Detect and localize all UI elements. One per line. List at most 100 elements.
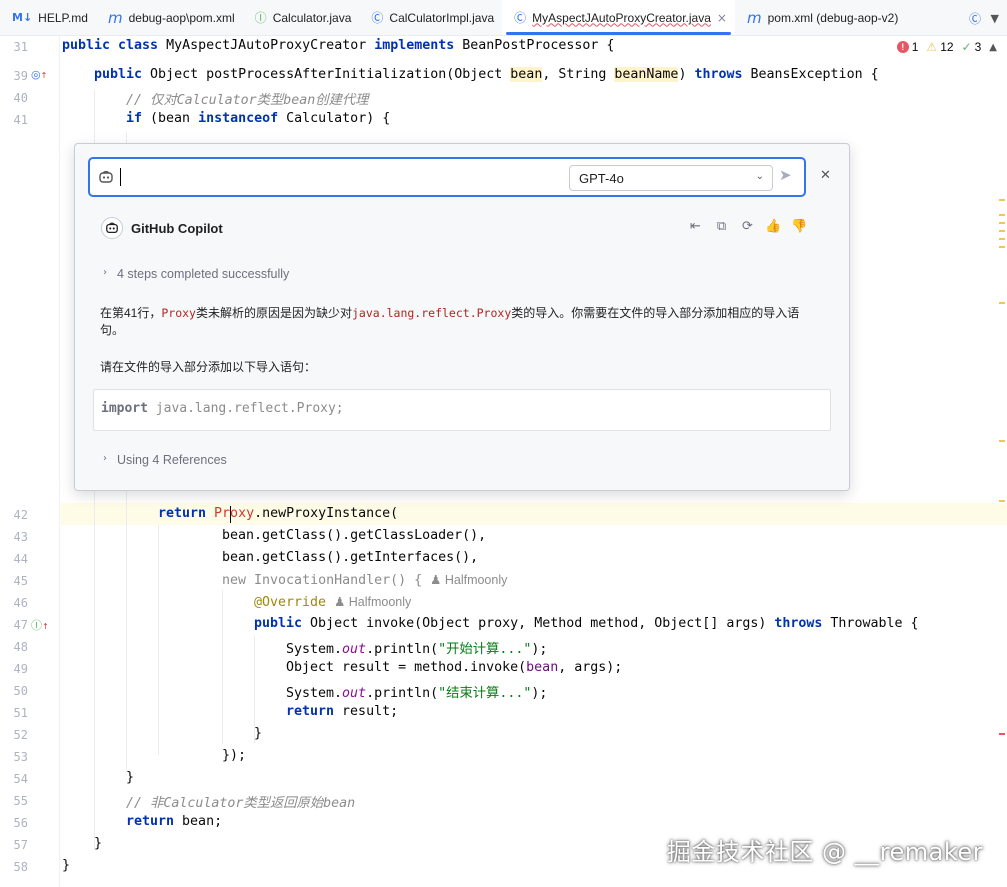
keyword: public <box>254 616 311 631</box>
code-line-43[interactable]: bean.getClass().getClassLoader(), <box>222 528 486 543</box>
answer-text: 在第41行， <box>100 306 162 320</box>
warning-icon: ⚠ <box>926 40 938 54</box>
copilot-prompt-box[interactable]: GPT-4o ⌄ ➤ <box>88 157 806 197</box>
check-icon: ✓ <box>961 40 972 54</box>
tab-help-md[interactable]: M↓ HELP.md <box>0 0 96 35</box>
code-line-45[interactable]: new InvocationHandler() {♟ Halfmoonly <box>222 572 507 588</box>
keyword: if <box>126 111 151 126</box>
code-line-57[interactable]: } <box>94 836 102 851</box>
tab-myaspectjautoproxycreator-java[interactable]: Ⓒ MyAspectJAutoProxyCreator.java × <box>502 0 735 35</box>
warning-marker[interactable] <box>999 222 1005 224</box>
code-line-46[interactable]: @Override ♟ Halfmoonly <box>254 594 411 610</box>
close-icon[interactable]: ✕ <box>820 168 831 183</box>
code-line-53[interactable]: }); <box>222 748 246 763</box>
code-line-49[interactable]: Object result = method.invoke(bean, args… <box>286 660 622 675</box>
code-line-56[interactable]: return bean; <box>126 814 222 829</box>
send-icon[interactable]: ➤ <box>779 166 801 188</box>
code-line-39[interactable]: public Object postProcessAfterInitializa… <box>94 67 879 82</box>
code-line-54[interactable]: } <box>126 770 134 785</box>
assistant-name: GitHub Copilot <box>131 220 223 236</box>
string-literal: "开始计算..." <box>438 642 532 657</box>
warning-count-value: 12 <box>940 40 954 54</box>
code-line-47[interactable]: public Object invoke(Object proxy, Metho… <box>254 616 918 631</box>
line-number: 50 <box>13 684 28 698</box>
error-icon: ! <box>896 41 909 53</box>
line-number: 39 <box>13 69 28 83</box>
chevron-up-icon[interactable]: ▲ <box>989 42 997 53</box>
line-number: 51 <box>13 706 28 720</box>
code-line-48[interactable]: System.out.println("开始计算..."); <box>286 638 547 657</box>
author-name: Halfmoonly <box>444 573 508 587</box>
code-line-42[interactable]: return Proxy.newProxyInstance( <box>158 506 398 521</box>
code-text: bean; <box>182 814 223 829</box>
keyword: throws <box>774 616 831 631</box>
inspection-widget[interactable]: ! 1 ⚠ 12 ✓ 3 ▲ <box>896 40 997 54</box>
code-suggestion-block[interactable]: import java.lang.reflect.Proxy; <box>93 389 831 431</box>
insert-icon[interactable]: ⇤ <box>687 219 704 234</box>
code-text: .println( <box>366 642 439 657</box>
class-name: MyAspectJAutoProxyCreator <box>166 38 375 53</box>
warning-marker[interactable] <box>999 199 1005 201</box>
code-line-58[interactable]: } <box>62 858 70 873</box>
tab-debug-aop-pom[interactable]: m debug-aop\pom.xml <box>96 0 243 35</box>
line-number: 58 <box>13 860 28 874</box>
implements-method-icon[interactable]: ◎↑ <box>31 68 47 81</box>
code-line-40[interactable]: // 仅对Calculator类型bean创建代理 <box>126 89 368 108</box>
tab-pom-debug-aop-v2[interactable]: m pom.xml (debug-aop-v2) <box>735 0 906 35</box>
warning-marker[interactable] <box>999 302 1005 304</box>
class-icon[interactable]: Ⓒ <box>969 0 981 36</box>
thumbs-down-icon[interactable]: 👎 <box>791 219 808 234</box>
check-count-value: 3 <box>974 40 982 54</box>
warning-marker[interactable] <box>999 246 1005 248</box>
code-line-51[interactable]: return result; <box>286 704 398 719</box>
implements-method-icon[interactable]: Ⓘ↑ <box>31 617 49 633</box>
tab-calculatorimpl-java[interactable]: Ⓒ CalCulatorImpl.java <box>359 0 502 35</box>
code-text: System. <box>286 642 343 657</box>
error-marker[interactable] <box>999 733 1005 735</box>
code-line-44[interactable]: bean.getClass().getInterfaces(), <box>222 550 478 565</box>
code-text: java.lang.reflect.Proxy; <box>147 401 344 416</box>
answer-instruction: 请在文件的导入部分添加以下导入语句： <box>100 360 317 374</box>
warning-marker[interactable] <box>999 230 1005 232</box>
warning-count[interactable]: ⚠ 12 <box>926 40 953 54</box>
regenerate-icon[interactable]: ⟳ <box>739 219 756 234</box>
error-count[interactable]: ! 1 <box>896 40 918 54</box>
author-name: Halfmoonly <box>348 595 412 609</box>
person-icon: ♟ <box>430 573 445 587</box>
code-line-55[interactable]: // 非Calculator类型返回原始bean <box>126 792 355 811</box>
line-number: 47 <box>13 618 28 632</box>
copilot-prompt-input[interactable] <box>124 165 564 189</box>
warning-marker[interactable] <box>999 440 1005 442</box>
model-select[interactable]: GPT-4o ⌄ <box>569 165 773 191</box>
chevron-down-icon[interactable]: ▼ <box>991 0 999 36</box>
thumbs-up-icon[interactable]: 👍 <box>765 219 782 234</box>
line-number: 42 <box>13 508 28 522</box>
tab-calculator-java[interactable]: Ⓘ Calculator.java <box>243 0 360 35</box>
check-count[interactable]: ✓ 3 <box>962 40 982 54</box>
steps-summary[interactable]: › 4 steps completed successfully <box>103 267 289 281</box>
code-text: result; <box>342 704 399 719</box>
copilot-avatar <box>101 217 123 239</box>
warning-marker[interactable] <box>999 500 1005 502</box>
code-text: Object result = method.invoke( <box>286 660 527 675</box>
code-line-50[interactable]: System.out.println("结束计算..."); <box>286 682 547 701</box>
code-text: InvocationHandler() { <box>254 573 423 588</box>
maven-file-icon: m <box>746 8 762 27</box>
annotation: @Override <box>254 595 327 610</box>
inline-code: java.lang.reflect.Proxy <box>352 306 512 320</box>
steps-label: 4 steps completed successfully <box>117 267 290 281</box>
copy-icon[interactable]: ⧉ <box>713 219 730 234</box>
code-text: bean <box>526 660 559 675</box>
line-number: 49 <box>13 662 28 676</box>
code-text: ); <box>531 642 548 657</box>
warning-marker[interactable] <box>999 214 1005 216</box>
warning-marker[interactable] <box>999 238 1005 240</box>
code-line-41[interactable]: if (bean instanceof Calculator) { <box>126 111 390 126</box>
string-literal: "结束计算..." <box>438 686 532 701</box>
author-hint: ♟ Halfmoonly <box>334 595 411 609</box>
code-line-52[interactable]: } <box>254 726 262 741</box>
close-tab-icon[interactable]: × <box>717 11 727 25</box>
keyword: import <box>101 401 148 416</box>
code-line-31[interactable]: public class MyAspectJAutoProxyCreator i… <box>62 38 614 53</box>
references-toggle[interactable]: › Using 4 References <box>103 453 227 467</box>
